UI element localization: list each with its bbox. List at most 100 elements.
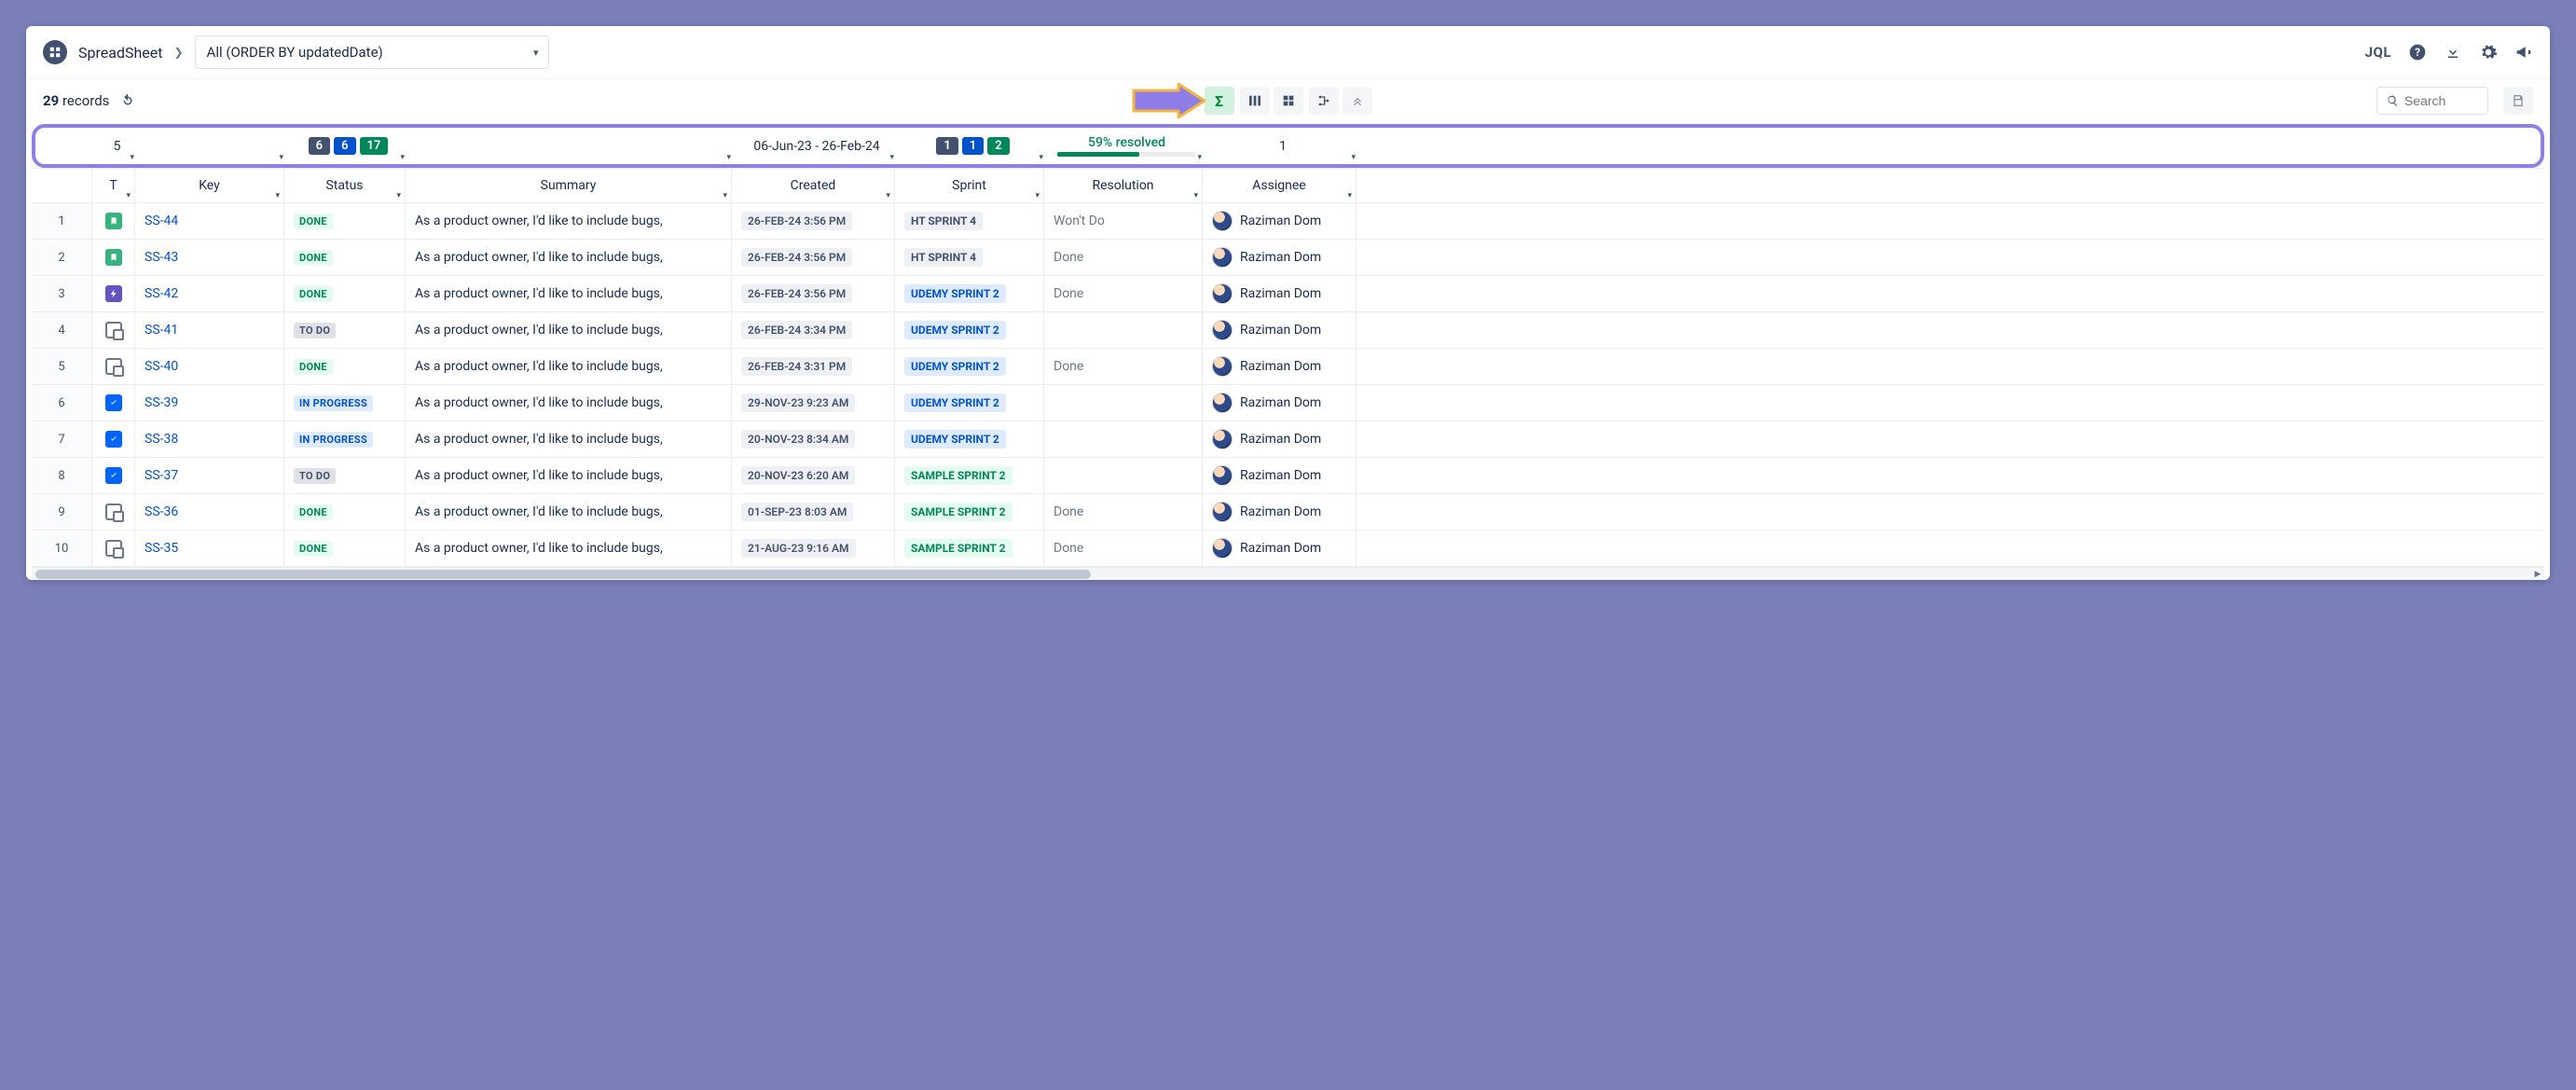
header-resolution[interactable]: Resolution▾ bbox=[1044, 169, 1203, 202]
row-number: 9 bbox=[32, 494, 92, 530]
table-row[interactable]: 7SS-38IN PROGRESSAs a product owner, I'd… bbox=[32, 421, 2544, 458]
chevron-down-icon[interactable]: ▾ bbox=[1351, 153, 1356, 162]
chevron-down-icon[interactable]: ▾ bbox=[1039, 153, 1043, 162]
save-button[interactable] bbox=[2503, 87, 2533, 115]
summary-cell[interactable]: As a product owner, I'd like to include … bbox=[406, 531, 732, 566]
summary-status-cell[interactable]: 6 6 17 ▾ bbox=[288, 128, 409, 164]
table-row[interactable]: 4SS-41TO DOAs a product owner, I'd like … bbox=[32, 312, 2544, 349]
summary-cell[interactable]: As a product owner, I'd like to include … bbox=[406, 458, 732, 493]
chevron-down-icon[interactable]: ▾ bbox=[275, 191, 280, 200]
issue-key[interactable]: SS-43 bbox=[135, 240, 284, 275]
resolution-cell bbox=[1044, 385, 1203, 421]
issue-key[interactable]: SS-40 bbox=[135, 349, 284, 384]
issue-key[interactable]: SS-41 bbox=[135, 312, 284, 348]
issue-key[interactable]: SS-38 bbox=[135, 421, 284, 457]
chevron-down-icon[interactable]: ▾ bbox=[400, 153, 405, 162]
collapse-button[interactable] bbox=[1343, 87, 1372, 115]
table-row[interactable]: 8SS-37TO DOAs a product owner, I'd like … bbox=[32, 458, 2544, 494]
assignee-cell[interactable]: Raziman Dom bbox=[1203, 276, 1357, 311]
filter-dropdown[interactable]: All (ORDER BY updatedDate) ▾ bbox=[195, 35, 549, 69]
table-row[interactable]: 5SS-40DONEAs a product owner, I'd like t… bbox=[32, 349, 2544, 385]
summary-cell[interactable]: As a product owner, I'd like to include … bbox=[406, 385, 732, 421]
chevron-down-icon[interactable]: ▾ bbox=[130, 153, 134, 162]
horizontal-scrollbar[interactable]: ◀ ▶ bbox=[32, 567, 2544, 580]
search-box[interactable] bbox=[2376, 87, 2488, 115]
summary-cell[interactable]: As a product owner, I'd like to include … bbox=[406, 312, 732, 348]
megaphone-icon[interactable] bbox=[2514, 43, 2533, 62]
chevron-down-icon[interactable]: ▾ bbox=[279, 153, 283, 162]
chevron-down-icon[interactable]: ▾ bbox=[723, 191, 727, 200]
avatar bbox=[1212, 247, 1233, 268]
issue-key[interactable]: SS-35 bbox=[135, 531, 284, 566]
summary-cell[interactable]: As a product owner, I'd like to include … bbox=[406, 203, 732, 239]
toolbar: 29 records Σ bbox=[26, 78, 2550, 122]
chevron-down-icon[interactable]: ▾ bbox=[396, 191, 401, 200]
chevron-down-icon[interactable]: ▾ bbox=[1035, 191, 1040, 200]
assignee-cell[interactable]: Raziman Dom bbox=[1203, 385, 1357, 421]
assignee-cell[interactable]: Raziman Dom bbox=[1203, 349, 1357, 384]
summary-summary-cell[interactable]: ▾ bbox=[409, 128, 736, 164]
chevron-down-icon[interactable]: ▾ bbox=[1193, 191, 1198, 200]
assignee-cell[interactable]: Raziman Dom bbox=[1203, 531, 1357, 566]
assignee-cell[interactable]: Raziman Dom bbox=[1203, 312, 1357, 348]
summary-cell[interactable]: As a product owner, I'd like to include … bbox=[406, 494, 732, 530]
assignee-cell[interactable]: Raziman Dom bbox=[1203, 494, 1357, 530]
scroll-right-icon[interactable]: ▶ bbox=[2531, 568, 2544, 580]
grid-button[interactable] bbox=[1274, 87, 1303, 115]
summary-cell[interactable]: As a product owner, I'd like to include … bbox=[406, 276, 732, 311]
scrollbar-thumb[interactable] bbox=[35, 570, 1091, 579]
table-row[interactable]: 6SS-39IN PROGRESSAs a product owner, I'd… bbox=[32, 385, 2544, 421]
chevron-down-icon[interactable]: ▾ bbox=[126, 191, 131, 200]
summary-sprint-cell[interactable]: 1 1 2 ▾ bbox=[899, 128, 1048, 164]
header-type[interactable]: T▾ bbox=[92, 169, 135, 202]
table-row[interactable]: 9SS-36DONEAs a product owner, I'd like t… bbox=[32, 494, 2544, 531]
header-key[interactable]: Key▾ bbox=[135, 169, 284, 202]
search-input[interactable] bbox=[2404, 93, 2478, 108]
chevron-down-icon[interactable]: ▾ bbox=[1197, 153, 1202, 162]
chevron-down-icon[interactable]: ▾ bbox=[889, 153, 894, 162]
assignee-cell[interactable]: Raziman Dom bbox=[1203, 240, 1357, 275]
sprint-cell: UDEMY SPRINT 2 bbox=[895, 421, 1044, 457]
summary-cell[interactable]: As a product owner, I'd like to include … bbox=[406, 349, 732, 384]
table-row[interactable]: 1SS-44DONEAs a product owner, I'd like t… bbox=[32, 203, 2544, 240]
table-row[interactable]: 10SS-35DONEAs a product owner, I'd like … bbox=[32, 531, 2544, 567]
jql-button[interactable]: JQL bbox=[2365, 44, 2391, 61]
table-row[interactable]: 2SS-43DONEAs a product owner, I'd like t… bbox=[32, 240, 2544, 276]
columns-button[interactable] bbox=[1240, 87, 1270, 115]
header-sprint[interactable]: Sprint▾ bbox=[895, 169, 1044, 202]
assignee-cell[interactable]: Raziman Dom bbox=[1203, 421, 1357, 457]
download-icon[interactable] bbox=[2444, 43, 2462, 62]
issue-key[interactable]: SS-37 bbox=[135, 458, 284, 493]
sigma-button[interactable]: Σ bbox=[1205, 87, 1234, 115]
chevron-down-icon[interactable]: ▾ bbox=[1347, 191, 1352, 200]
gear-icon[interactable] bbox=[2479, 43, 2498, 62]
summary-assignee-cell[interactable]: 1 ▾ bbox=[1206, 128, 1360, 164]
chevron-down-icon[interactable]: ▾ bbox=[726, 153, 731, 162]
header-summary[interactable]: Summary▾ bbox=[406, 169, 732, 202]
assignee-cell[interactable]: Raziman Dom bbox=[1203, 458, 1357, 493]
summary-resolution-cell[interactable]: 59% resolved ▾ bbox=[1048, 128, 1206, 164]
issue-key[interactable]: SS-36 bbox=[135, 494, 284, 530]
created-cell: 26-FEB-24 3:34 PM bbox=[732, 312, 895, 348]
summary-cell[interactable]: As a product owner, I'd like to include … bbox=[406, 421, 732, 457]
created-cell: 20-NOV-23 8:34 AM bbox=[732, 421, 895, 457]
issue-key[interactable]: SS-39 bbox=[135, 385, 284, 421]
header-assignee[interactable]: Assignee▾ bbox=[1203, 169, 1357, 202]
table-row[interactable]: 3SS-42DONEAs a product owner, I'd like t… bbox=[32, 276, 2544, 312]
created-cell: 01-SEP-23 8:03 AM bbox=[732, 494, 895, 530]
chevron-down-icon[interactable]: ▾ bbox=[886, 191, 890, 200]
summary-cell[interactable]: As a product owner, I'd like to include … bbox=[406, 240, 732, 275]
header-created[interactable]: Created▾ bbox=[732, 169, 895, 202]
summary-type-cell[interactable]: 5 ▾ bbox=[96, 128, 139, 164]
issue-key[interactable]: SS-44 bbox=[135, 203, 284, 239]
summary-key-cell[interactable]: ▾ bbox=[139, 128, 288, 164]
help-icon[interactable]: ? bbox=[2408, 43, 2427, 62]
app-logo-icon bbox=[43, 40, 67, 64]
summary-created-cell[interactable]: 06-Jun-23 - 26-Feb-24 ▾ bbox=[736, 128, 899, 164]
hierarchy-button[interactable] bbox=[1309, 87, 1339, 115]
refresh-icon[interactable] bbox=[118, 91, 137, 110]
breadcrumb-title[interactable]: SpreadSheet bbox=[78, 44, 162, 62]
header-status[interactable]: Status▾ bbox=[284, 169, 406, 202]
assignee-cell[interactable]: Raziman Dom bbox=[1203, 203, 1357, 239]
issue-key[interactable]: SS-42 bbox=[135, 276, 284, 311]
